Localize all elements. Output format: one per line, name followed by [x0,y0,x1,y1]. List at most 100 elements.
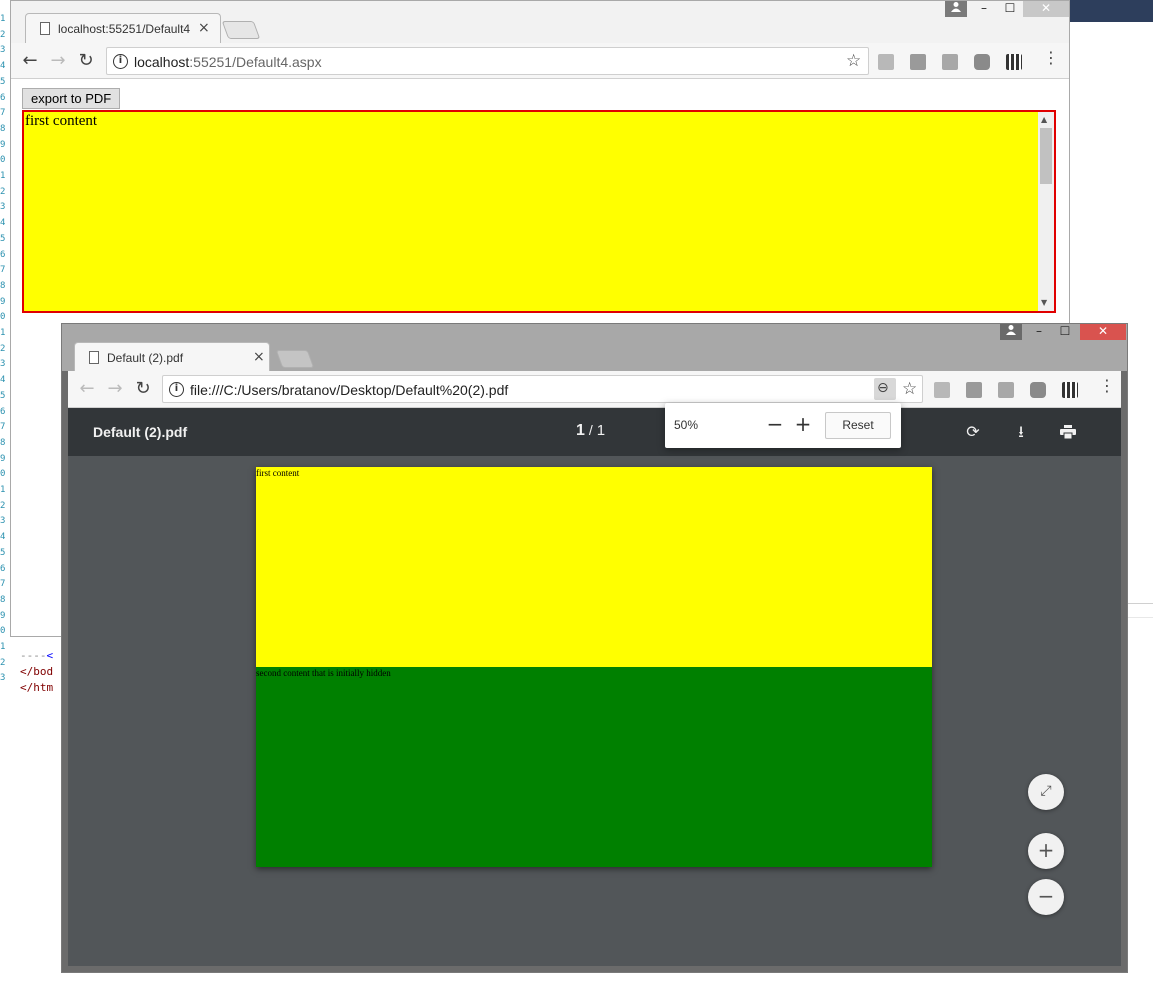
tab-label: Default (2).pdf [107,351,184,365]
print-icon[interactable] [1056,420,1080,444]
profile-button[interactable] [1000,324,1022,340]
reload-icon: ↻ [78,50,94,71]
pdf-green-block: second content that is initially hidden [256,667,932,867]
close-window-button[interactable]: ✕ [1080,324,1126,340]
tab-pdf[interactable]: Default (2).pdf × [74,342,270,372]
zoom-decrease-button[interactable]: − [765,412,785,436]
gutter-line-number: 4 [0,532,6,543]
fit-page-button[interactable]: ⤢ [1028,774,1064,810]
new-tab-button[interactable] [275,350,315,368]
profile-icon [951,2,961,12]
page-indicator: 1/1 [576,422,605,440]
gutter-line-number: 3 [0,45,6,56]
gutter-line-number: 5 [0,390,6,401]
gutter-line-number: 8 [0,437,6,448]
reload-button[interactable]: ↻ [132,378,154,400]
gutter-line-number: 6 [0,406,6,417]
pdf-first-content-text: first content [256,468,300,478]
gutter-line-number: 6 [0,92,6,103]
zoom-reset-button[interactable]: Reset [825,412,891,439]
info-icon[interactable]: i [169,382,184,397]
gutter-line-number: 4 [0,375,6,386]
gutter-line-number: 7 [0,422,6,433]
star-icon[interactable]: ☆ [846,51,861,71]
zoom-out-button[interactable]: − [1028,879,1064,915]
gutter-line-number: 2 [0,343,6,354]
address-bar[interactable]: i localhost:55251/Default4.aspx ☆ [106,47,869,75]
menu-icon[interactable]: ⋮ [1099,378,1115,394]
gutter-line-number: 7 [0,265,6,276]
maximize-button[interactable]: ☐ [1054,324,1076,340]
zoom-value: 50% [674,418,699,432]
gutter-line-number: 9 [0,139,6,150]
extension-icon[interactable] [974,54,990,70]
browser-toolbar: ← → ↻ i localhost:55251/Default4.aspx ☆ … [11,43,1069,79]
pdf-extension-icon[interactable] [998,382,1014,398]
minimize-button[interactable]: – [1028,324,1050,340]
qr-code-icon[interactable] [1006,54,1022,70]
forward-icon: → [50,50,66,71]
pdf-file-title: Default (2).pdf [93,424,188,440]
gutter-line-number: 3 [0,202,6,213]
info-icon[interactable]: i [113,54,128,69]
gutter-line-number: 5 [0,76,6,87]
back-button[interactable]: ← [19,50,41,72]
tab-localhost[interactable]: localhost:55251/Default4 × [25,13,221,43]
back-button[interactable]: ← [76,378,98,400]
reload-button[interactable]: ↻ [75,50,97,72]
reload-icon: ↻ [135,378,151,399]
current-page[interactable]: 1 [576,422,585,439]
gutter-line-number: 8 [0,594,6,605]
extension-icon[interactable] [1030,382,1046,398]
forward-icon: → [107,378,123,399]
screenshot-root: 1 2 3 4 5 6 7 8 9 0 1 2 3 4 5 6 7 8 9 0 1 2 3 4 5 6 7 8 9 0 1 2 3 4 5 6 7 8 9 0… [0,0,1153,982]
back-icon: ← [79,378,95,399]
gutter-line-number: 3 [0,673,6,684]
close-window-button[interactable]: ✕ [1023,1,1069,17]
zoom-in-button[interactable]: + [1028,833,1064,869]
star-icon[interactable]: ☆ [902,379,917,399]
tab-close-button[interactable]: × [198,20,210,36]
extension-icon[interactable] [878,54,894,70]
gutter-line-number: 0 [0,469,6,480]
scroll-thumb[interactable] [1040,128,1052,184]
rotate-icon[interactable]: ⟳ [961,420,985,444]
zoom-increase-button[interactable]: + [793,412,813,436]
vertical-scrollbar[interactable]: ▲ ▼ [1038,112,1054,311]
zoom-in-icon: + [1037,838,1055,862]
scroll-down-arrow[interactable]: ▼ [1041,298,1047,307]
qr-code-icon[interactable] [1062,382,1078,398]
extension-icon[interactable] [910,54,926,70]
minimize-button[interactable]: – [973,1,995,17]
zoom-out-icon[interactable]: ⊖ [877,380,889,396]
pdf-extension-icon[interactable] [942,54,958,70]
forward-button[interactable]: → [47,50,69,72]
scrollable-content-box[interactable]: first content ▲ ▼ [22,110,1056,313]
address-bar[interactable]: i file:///C:/Users/bratanov/Desktop/Defa… [162,375,923,403]
total-pages: 1 [596,422,606,439]
title-bar: localhost:55251/Default4 × – ☐ ✕ [11,1,1069,43]
menu-icon[interactable]: ⋮ [1043,50,1059,66]
extension-icon[interactable] [934,382,950,398]
tab-close-button[interactable]: × [253,349,265,365]
ide-title-strip [1070,0,1153,22]
scroll-up-arrow[interactable]: ▲ [1041,115,1047,124]
gutter-line-number: 4 [0,218,6,229]
page-separator: / [588,422,593,438]
gutter-line-number: 8 [0,123,6,134]
forward-button[interactable]: → [104,378,126,400]
gutter-line-number: 7 [0,579,6,590]
pdf-page: first content second content that is ini… [256,467,932,867]
extension-icon[interactable] [966,382,982,398]
gutter-line-number: 1 [0,328,6,338]
download-icon[interactable]: ⭳ [1009,420,1033,444]
new-tab-button[interactable] [221,21,261,39]
pdf-canvas[interactable]: first content second content that is ini… [68,456,1121,966]
browser-window-pdf: Default (2).pdf × – ☐ ✕ ← → ↻ i file:///… [61,323,1128,973]
fit-page-icon: ⤢ [1040,783,1052,799]
maximize-button[interactable]: ☐ [999,1,1021,17]
gutter-line-number: 2 [0,29,6,40]
profile-button[interactable] [945,1,967,17]
first-content-text: first content [25,113,98,129]
export-to-pdf-button[interactable]: export to PDF [22,88,121,109]
